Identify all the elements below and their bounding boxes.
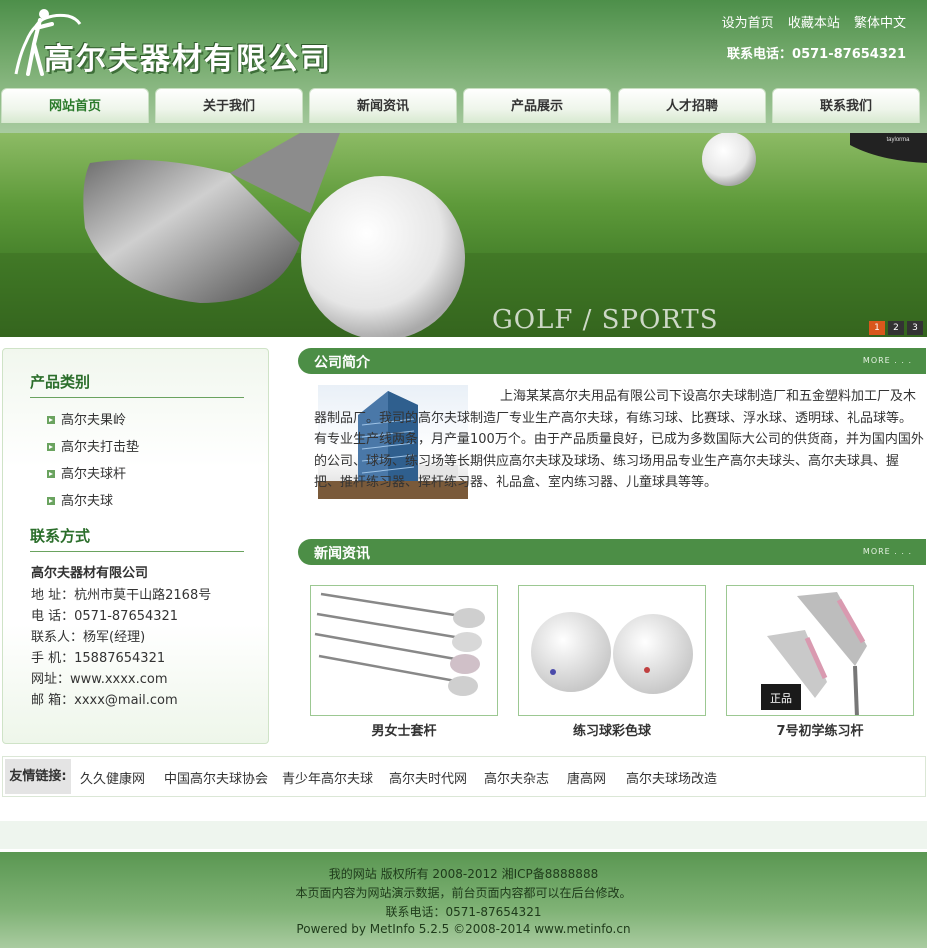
contact-address: 地 址：杭州市莫干山路2168号: [31, 588, 212, 603]
friend-link[interactable]: 唐高网: [567, 768, 606, 787]
header: 高尔夫器材有限公司 设为首页 收藏本站 繁体中文 联系电话：0571-87654…: [0, 0, 927, 133]
contact-website[interactable]: 网址：www.xxxx.com: [31, 668, 168, 687]
banner-pager: 1 2 3: [869, 321, 923, 335]
golf-club-set-image: [314, 592, 485, 696]
beginner-iron-image: 正品: [761, 592, 867, 715]
news-more-link[interactable]: MORE . . .: [863, 547, 912, 556]
category-label: 高尔夫果岭: [61, 413, 127, 428]
about-section-header: 公司简介 MORE . . .: [298, 348, 926, 374]
about-text: 上海某某高尔夫用品有限公司下设高尔夫球制造厂和五金塑料加工厂及木器制品厂。我司的…: [314, 389, 924, 490]
arrow-bullet-icon: [47, 443, 55, 451]
contact-person: 联系人：杨军(经理): [31, 630, 146, 645]
about-title: 公司简介: [314, 355, 370, 371]
genuine-stamp-text: 正品: [770, 692, 792, 705]
banner-page-2[interactable]: 2: [888, 321, 904, 335]
contact-company: 高尔夫器材有限公司: [31, 566, 149, 581]
footer-copyright: 我的网站 版权所有 2008-2012 湘ICP备8888888: [328, 867, 599, 881]
set-homepage-link[interactable]: 设为首页: [722, 16, 774, 31]
footer: 我的网站 版权所有 2008-2012 湘ICP备8888888 本页面内容为网…: [0, 852, 927, 948]
footer-powered-by[interactable]: Powered by MetInfo 5.2.5 ©2008-2014 www.…: [0, 922, 927, 936]
top-links: 设为首页 收藏本站 繁体中文: [712, 12, 906, 31]
friend-link[interactable]: 久久健康网: [80, 768, 145, 787]
contact-mobile: 手 机：15887654321: [31, 651, 166, 666]
arrow-bullet-icon: [47, 497, 55, 505]
logo[interactable]: 高尔夫器材有限公司: [6, 4, 406, 80]
header-phone: 联系电话：0571-87654321: [727, 47, 906, 62]
category-label: 高尔夫球杆: [61, 467, 127, 482]
traditional-chinese-link[interactable]: 繁体中文: [854, 16, 906, 31]
footer-demo-note: 本页面内容为网站演示数据，前台页面内容都可以在后台修改。: [295, 886, 632, 900]
category-item[interactable]: 高尔夫果岭: [47, 409, 126, 428]
nav-products[interactable]: 产品展示: [463, 88, 611, 123]
card-label[interactable]: 7号初学练习杆: [726, 720, 914, 739]
news-section-header: 新闻资讯 MORE . . .: [298, 539, 926, 565]
sidebar: 产品类别 高尔夫果岭 高尔夫打击垫 高尔夫球杆 高尔夫球 联系方式 高尔夫器材有…: [2, 348, 269, 744]
categories-title: 产品类别: [30, 371, 244, 398]
nav-about[interactable]: 关于我们: [155, 88, 303, 123]
practice-balls-image: [531, 612, 693, 694]
contact-email[interactable]: 邮 箱：xxxx@mail.com: [31, 689, 178, 708]
contact-title: 联系方式: [30, 525, 244, 552]
news-title: 新闻资讯: [314, 546, 370, 562]
product-card-clubs-set[interactable]: [310, 585, 498, 716]
banner-page-1[interactable]: 1: [869, 321, 885, 335]
bookmark-link[interactable]: 收藏本站: [788, 16, 840, 31]
friend-link[interactable]: 高尔夫时代网: [389, 768, 467, 787]
nav-jobs[interactable]: 人才招聘: [618, 88, 766, 123]
card-label[interactable]: 练习球彩色球: [518, 720, 706, 739]
logo-text: 高尔夫器材有限公司: [44, 42, 332, 77]
footer-phone: 联系电话：0571-87654321: [385, 905, 542, 919]
friend-link[interactable]: 青少年高尔夫球: [282, 768, 373, 787]
banner-brand-text: taylorma: [886, 137, 910, 143]
friend-link[interactable]: 中国高尔夫球协会: [164, 768, 268, 787]
category-label: 高尔夫打击垫: [61, 440, 140, 455]
main-nav: 网站首页 关于我们 新闻资讯 产品展示 人才招聘 联系我们: [0, 88, 927, 123]
nav-home[interactable]: 网站首页: [1, 88, 149, 123]
product-card-practice-balls[interactable]: [518, 585, 706, 716]
banner[interactable]: taylorma GOLF / SPORTS 1 2 3: [0, 133, 927, 337]
nav-contact[interactable]: 联系我们: [772, 88, 920, 123]
nav-news[interactable]: 新闻资讯: [309, 88, 457, 123]
friend-links-bar: 友情链接: 久久健康网 中国高尔夫球协会 青少年高尔夫球 高尔夫时代网 高尔夫杂…: [2, 756, 926, 797]
friend-links-title: 友情链接:: [5, 759, 71, 794]
arrow-bullet-icon: [47, 470, 55, 478]
banner-text: GOLF / SPORTS: [492, 305, 719, 335]
category-item[interactable]: 高尔夫打击垫: [47, 436, 139, 455]
card-label[interactable]: 男女士套杆: [310, 720, 498, 739]
about-more-link[interactable]: MORE . . .: [863, 356, 912, 365]
spacer-bar: [0, 821, 927, 849]
product-card-beginner-iron[interactable]: 正品: [726, 585, 914, 716]
banner-page-3[interactable]: 3: [907, 321, 923, 335]
category-item[interactable]: 高尔夫球: [47, 490, 113, 509]
category-item[interactable]: 高尔夫球杆: [47, 463, 126, 482]
arrow-bullet-icon: [47, 416, 55, 424]
golf-club-ball-image: taylorma: [0, 133, 927, 337]
category-label: 高尔夫球: [61, 494, 114, 509]
contact-phone: 电 话：0571-87654321: [31, 609, 179, 624]
friend-link[interactable]: 高尔夫球场改造: [626, 768, 717, 787]
friend-link[interactable]: 高尔夫杂志: [484, 768, 549, 787]
